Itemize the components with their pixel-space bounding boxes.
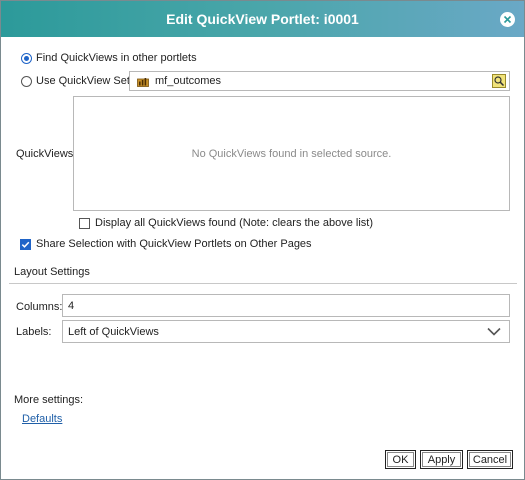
labels-select[interactable]: Left of QuickViews	[62, 320, 510, 343]
more-settings-heading: More settings:	[14, 394, 84, 406]
dialog-titlebar[interactable]: Edit QuickView Portlet: i0001	[1, 1, 524, 37]
use-quickview-set-radio[interactable]	[21, 75, 32, 87]
defaults-link[interactable]: Defaults	[22, 413, 62, 425]
columns-value: 4	[68, 300, 75, 312]
cancel-button[interactable]: Cancel	[467, 450, 513, 469]
labels-select-value: Left of QuickViews	[68, 326, 159, 338]
columns-input[interactable]: 4	[62, 294, 510, 317]
close-icon[interactable]	[500, 12, 515, 27]
share-selection-checkbox[interactable]	[20, 238, 31, 250]
find-in-portlets-option[interactable]: Find QuickViews in other portlets	[21, 52, 197, 64]
dialog-title: Edit QuickView Portlet: i0001	[166, 11, 359, 27]
display-all-label: Display all QuickViews found (Note: clea…	[95, 217, 373, 229]
chevron-down-icon[interactable]	[487, 327, 501, 339]
quickview-set-value: mf_outcomes	[155, 75, 222, 87]
display-all-checkbox[interactable]	[79, 217, 90, 229]
quickviews-empty-message: No QuickViews found in selected source.	[191, 148, 392, 160]
share-selection-option[interactable]: Share Selection with QuickView Portlets …	[20, 238, 312, 250]
checkmark-icon	[21, 241, 30, 248]
edit-quickview-dialog: Edit QuickView Portlet: i0001 Find Quick…	[0, 0, 525, 480]
find-in-portlets-label: Find QuickViews in other portlets	[36, 52, 197, 64]
apply-button[interactable]: Apply	[420, 450, 463, 469]
display-all-option[interactable]: Display all QuickViews found (Note: clea…	[79, 217, 373, 229]
quickviews-list[interactable]: No QuickViews found in selected source.	[73, 96, 510, 211]
use-quickview-set-label: Use QuickView Set:	[36, 75, 134, 87]
layout-settings-heading: Layout Settings	[14, 266, 90, 278]
labels-label: Labels:	[16, 326, 52, 338]
find-in-portlets-radio[interactable]	[21, 52, 32, 64]
use-quickview-set-option[interactable]: Use QuickView Set:	[21, 75, 133, 87]
folder-chart-icon	[137, 75, 149, 90]
search-icon[interactable]	[492, 74, 506, 88]
quickview-set-field[interactable]: mf_outcomes	[129, 71, 510, 91]
quickviews-label: QuickViews:	[16, 148, 77, 160]
share-selection-label: Share Selection with QuickView Portlets …	[36, 238, 312, 250]
ok-button[interactable]: OK	[385, 450, 416, 469]
layout-settings-divider	[9, 283, 517, 284]
columns-label: Columns:	[16, 301, 63, 313]
close-x-glyph	[503, 15, 512, 24]
